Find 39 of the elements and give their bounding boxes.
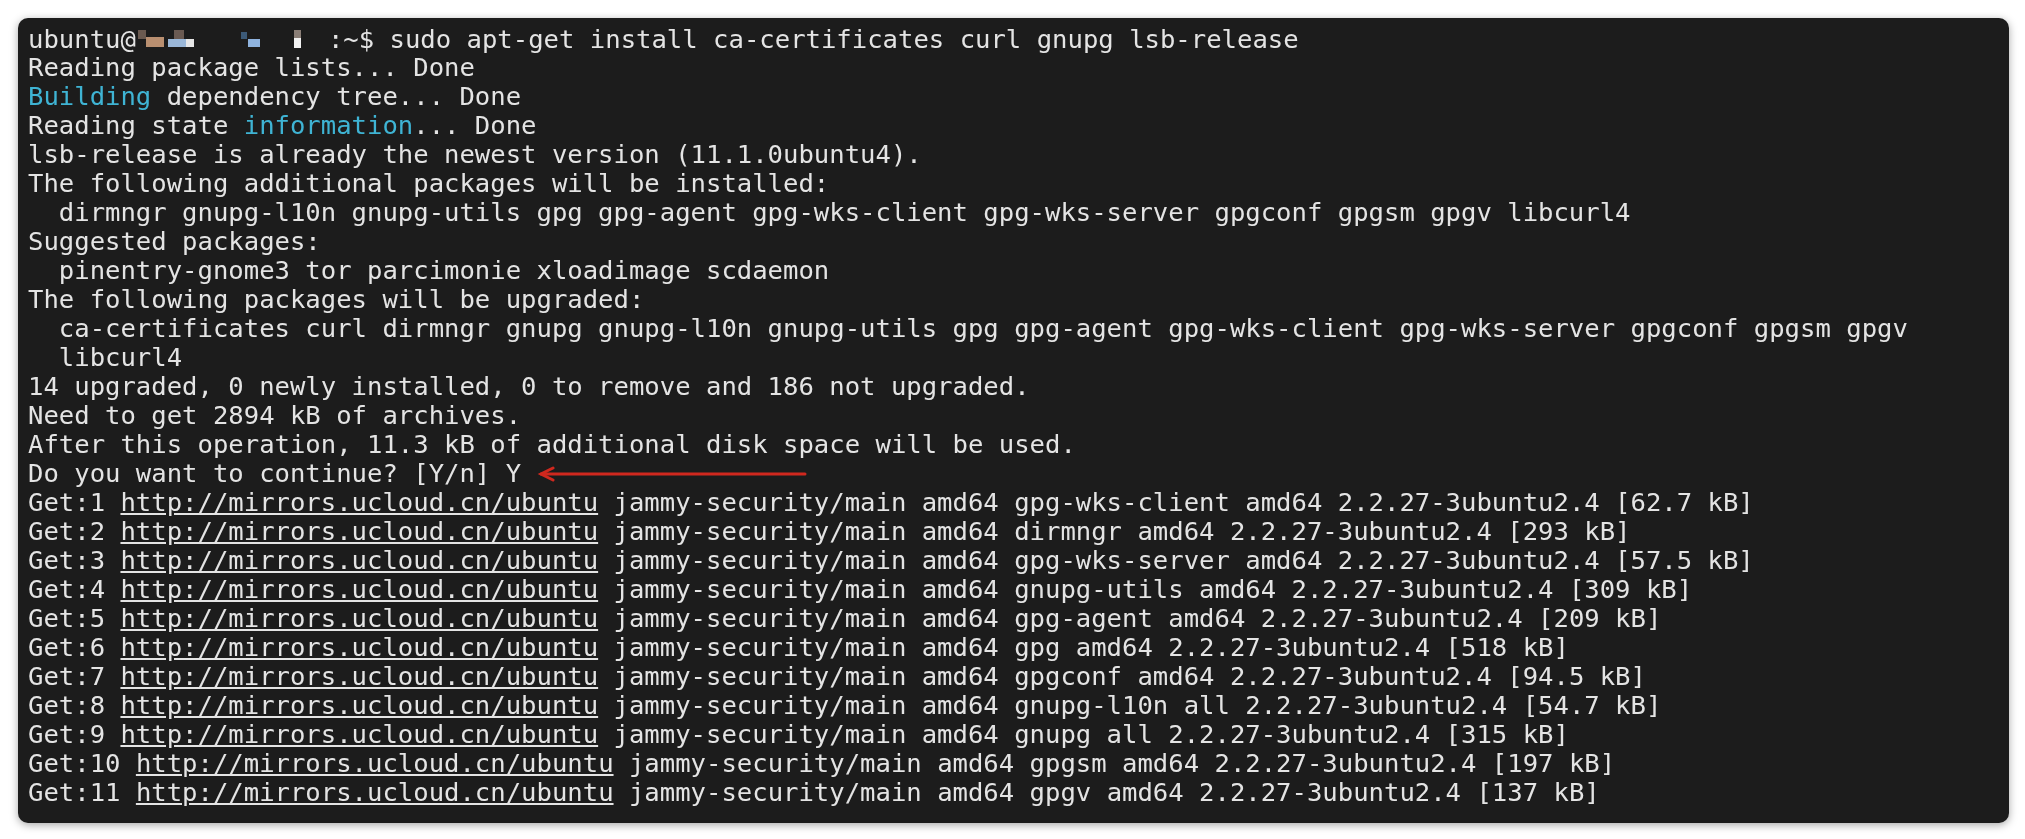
terminal-line: pinentry-gnome3 tor parcimonie xloadimage scdaemon bbox=[57, 256, 830, 285]
url-link[interactable]: http://mirrors.ucloud.cn/ubuntu bbox=[120, 545, 599, 575]
terminal-line: Get:2 http://mirrors.ucloud.cn/ubuntu jammy-security/main amd64 dirmngr amd64 2.2.27-3ubuntu2.4 [293 kB] bbox=[28, 517, 1631, 546]
terminal-line: Get:3 http://mirrors.ucloud.cn/ubuntu jammy-security/main amd64 gpg-wks-server amd64 2.2.27-3ubuntu2.4 [57.5 kB] bbox=[28, 546, 1754, 575]
terminal-line: 14 upgraded, 0 newly installed, 0 to remove and 186 not upgraded. bbox=[28, 372, 1030, 401]
terminal-line: Get:9 http://mirrors.ucloud.cn/ubuntu jammy-security/main amd64 gnupg all 2.2.27-3ubuntu2.4 [315 kB] bbox=[28, 720, 1569, 749]
url-link[interactable]: http://mirrors.ucloud.cn/ubuntu bbox=[120, 603, 599, 633]
terminal-line: libcurl4 bbox=[57, 343, 183, 372]
terminal-line: Get:8 http://mirrors.ucloud.cn/ubuntu jammy-security/main amd64 gnupg-l10n all 2.2.27-3ubuntu2.4 [54.7 kB] bbox=[28, 691, 1662, 720]
terminal-line: Get:5 http://mirrors.ucloud.cn/ubuntu jammy-security/main amd64 gpg-agent amd64 2.2.27-3ubuntu2.4 [209 kB] bbox=[28, 604, 1662, 633]
terminal-line: Get:4 http://mirrors.ucloud.cn/ubuntu jammy-security/main amd64 gnupg-utils amd64 2.2.27-3ubuntu2.4 [309 kB] bbox=[28, 575, 1693, 604]
terminal-line: Suggested packages: bbox=[28, 227, 321, 256]
url-link[interactable]: http://mirrors.ucloud.cn/ubuntu bbox=[120, 632, 599, 662]
terminal-line: Reading package lists... Done bbox=[28, 53, 475, 82]
terminal-line: Need to get 2894 kB of archives. bbox=[28, 401, 522, 430]
terminal-line: Get:10 http://mirrors.ucloud.cn/ubuntu jammy-security/main amd64 gpgsm amd64 2.2.27-3ubuntu2.4 [197 kB] bbox=[28, 749, 1616, 778]
terminal-line: Do you want to continue? [Y/n] Y bbox=[28, 459, 522, 488]
terminal-line: ca-certificates curl dirmngr gnupg gnupg-l10n gnupg-utils gpg gpg-agent gpg-wks-client gpg-wks-server gpgconf gpgsm gpgv bbox=[57, 314, 1908, 343]
url-link[interactable]: http://mirrors.ucloud.cn/ubuntu bbox=[135, 777, 614, 807]
terminal-line: lsb-release is already the newest version (11.1.0ubuntu4). bbox=[28, 140, 922, 169]
terminal-line: The following packages will be upgraded: bbox=[28, 285, 645, 314]
terminal-line: Get:11 http://mirrors.ucloud.cn/ubuntu jammy-security/main amd64 gpgv amd64 2.2.27-3ubuntu2.4 [137 kB] bbox=[28, 778, 1600, 807]
terminal-line: Get:1 http://mirrors.ucloud.cn/ubuntu jammy-security/main amd64 gpg-wks-client amd64 2.2.27-3ubuntu2.4 [62.7 kB] bbox=[28, 488, 1754, 517]
terminal-line: Building dependency tree... Done bbox=[28, 82, 522, 111]
terminal-line: The following additional packages will be installed: bbox=[28, 169, 830, 198]
terminal-line: Get:6 http://mirrors.ucloud.cn/ubuntu jammy-security/main amd64 gpg amd64 2.2.27-3ubuntu2.4 [518 kB] bbox=[28, 633, 1569, 662]
url-link[interactable]: http://mirrors.ucloud.cn/ubuntu bbox=[120, 574, 599, 604]
url-link[interactable]: http://mirrors.ucloud.cn/ubuntu bbox=[135, 748, 614, 778]
terminal-line: After this operation, 11.3 kB of additional disk space will be used. bbox=[28, 430, 1076, 459]
url-link[interactable]: http://mirrors.ucloud.cn/ubuntu bbox=[120, 690, 599, 720]
url-link[interactable]: http://mirrors.ucloud.cn/ubuntu bbox=[120, 516, 599, 546]
terminal-line: Reading state information... Done bbox=[28, 111, 537, 140]
terminal-line: dirmngr gnupg-l10n gnupg-utils gpg gpg-agent gpg-wks-client gpg-wks-server gpgconf gpgsm gpgv libcurl4 bbox=[57, 198, 1631, 227]
prompt-text: ubuntu@ bbox=[28, 23, 136, 54]
url-link[interactable]: http://mirrors.ucloud.cn/ubuntu bbox=[120, 661, 599, 691]
url-link[interactable]: http://mirrors.ucloud.cn/ubuntu bbox=[120, 719, 599, 749]
url-link[interactable]: http://mirrors.ucloud.cn/ubuntu bbox=[120, 487, 599, 517]
command-text: :~$ sudo apt-get install ca-certificates curl gnupg lsb-release bbox=[327, 23, 1299, 54]
terminal-line: Get:7 http://mirrors.ucloud.cn/ubuntu jammy-security/main amd64 gpgconf amd64 2.2.27-3ubuntu2.4 [94.5 kB] bbox=[28, 662, 1646, 691]
